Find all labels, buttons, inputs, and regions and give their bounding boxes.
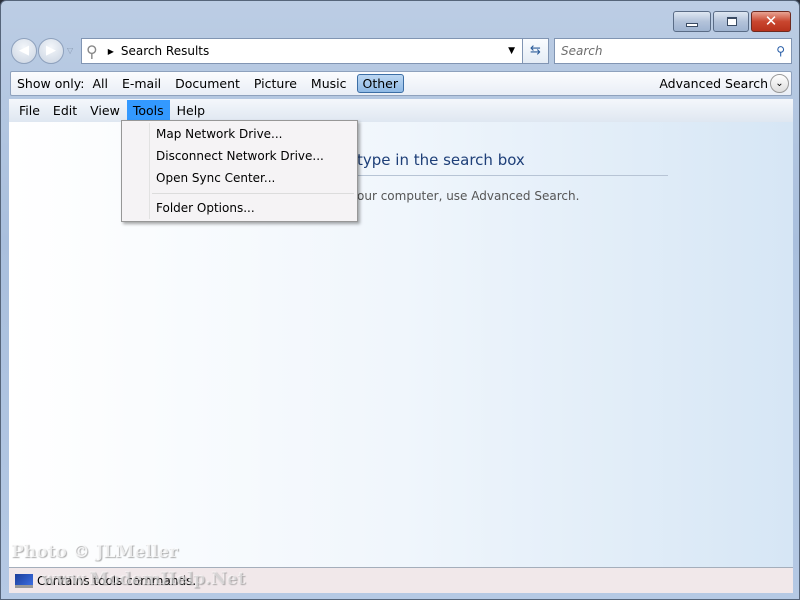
maximize-button[interactable]	[713, 11, 749, 32]
filter-music[interactable]: Music	[311, 76, 347, 91]
menu-item-map-network-drive[interactable]: Map Network Drive...	[156, 127, 283, 141]
menu-tools[interactable]: Tools	[126, 100, 170, 121]
filter-picture[interactable]: Picture	[254, 76, 297, 91]
close-button[interactable]: ✕	[751, 11, 791, 32]
menu-bar: File Edit View Tools Help	[9, 99, 793, 122]
menu-item-open-sync-center[interactable]: Open Sync Center...	[156, 171, 275, 185]
menu-edit[interactable]: Edit	[47, 100, 83, 121]
search-icon[interactable]: ⚲	[776, 44, 785, 58]
back-arrow-icon: ◀	[19, 43, 29, 58]
computer-icon	[15, 573, 33, 588]
menu-file[interactable]: File	[13, 100, 46, 121]
address-bar[interactable]: ⚲ ▶ Search Results ▼	[81, 38, 523, 64]
minimize-button[interactable]	[673, 11, 711, 32]
filter-all[interactable]: All	[92, 76, 108, 91]
recent-pages-dropdown[interactable]: ▽	[67, 46, 73, 55]
breadcrumb-arrow-icon[interactable]: ▶	[108, 47, 114, 56]
search-placeholder: Search	[561, 44, 603, 58]
divider	[357, 175, 668, 176]
back-button[interactable]: ◀	[11, 38, 37, 64]
menu-separator	[152, 193, 354, 194]
minimize-icon	[686, 23, 698, 27]
show-only-bar: Show only: All E-mail Document Picture M…	[10, 71, 792, 96]
filter-other[interactable]: Other	[356, 74, 404, 93]
menu-help[interactable]: Help	[171, 100, 212, 121]
address-dropdown-icon[interactable]: ▼	[508, 46, 515, 56]
show-only-label: Show only:	[17, 76, 85, 91]
status-text: Contains tools commands.	[37, 573, 197, 588]
menu-item-folder-options[interactable]: Folder Options...	[156, 201, 255, 215]
menu-item-disconnect-network-drive[interactable]: Disconnect Network Drive...	[156, 149, 324, 163]
forward-button[interactable]: ▶	[38, 38, 64, 64]
filter-document[interactable]: Document	[175, 76, 240, 91]
breadcrumb-search-results[interactable]: Search Results	[121, 44, 209, 58]
maximize-icon	[727, 17, 737, 26]
search-input[interactable]: Search ⚲	[554, 38, 792, 64]
close-icon: ✕	[764, 12, 778, 30]
chevron-down-icon[interactable]: ⌄	[770, 74, 789, 93]
search-magnifier-icon: ⚲	[86, 41, 98, 61]
refresh-button[interactable]: ⇆	[522, 38, 549, 64]
refresh-icon: ⇆	[530, 43, 541, 58]
tools-dropdown-menu: Map Network Drive... Disconnect Network …	[121, 120, 358, 222]
empty-results-hint: our computer, use Advanced Search.	[357, 189, 580, 203]
explorer-window: ✕ ◀ ▶ ▽ ⚲ ▶ Search Results ▼ ⇆ Search ⚲ …	[0, 0, 800, 600]
status-bar: Contains tools commands.	[9, 567, 793, 593]
menu-view[interactable]: View	[84, 100, 126, 121]
empty-results-heading: type in the search box	[357, 151, 525, 169]
forward-arrow-icon: ▶	[46, 43, 56, 58]
menu-gutter	[149, 123, 150, 219]
advanced-search-button[interactable]: Advanced Search	[659, 76, 768, 91]
filter-email[interactable]: E-mail	[122, 76, 161, 91]
